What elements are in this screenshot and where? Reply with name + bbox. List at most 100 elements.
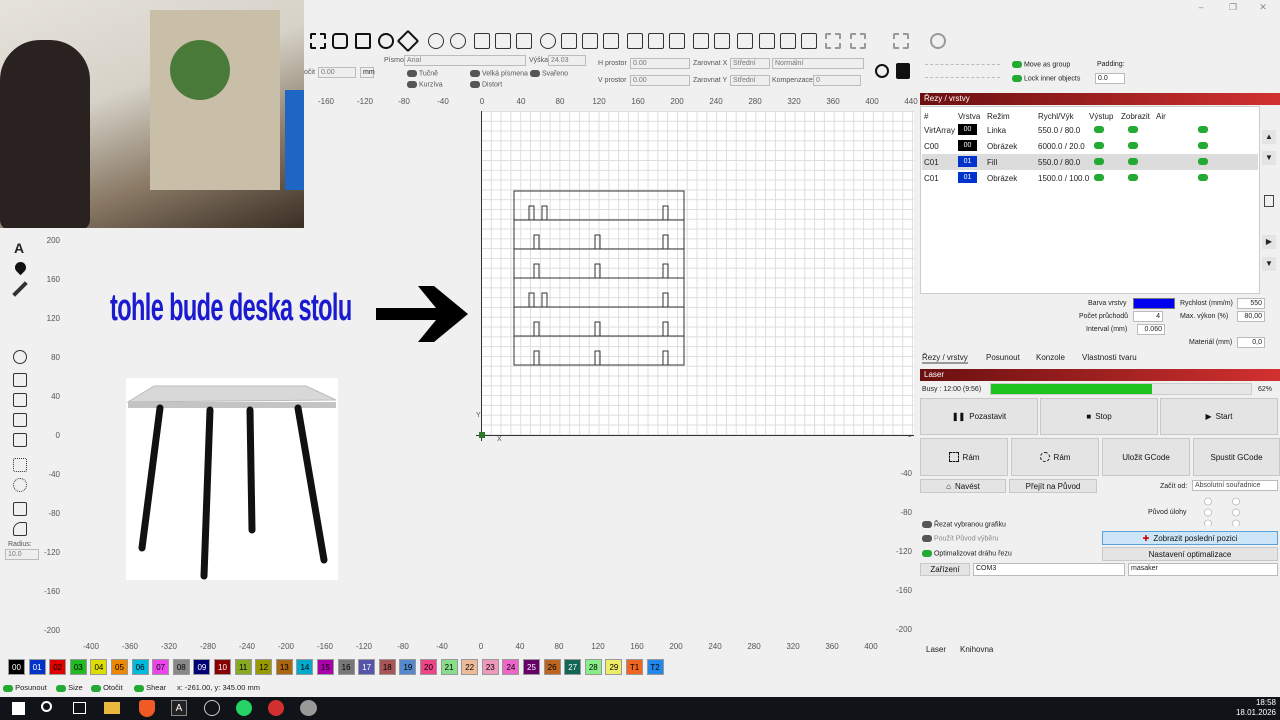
align-top-icon[interactable] <box>627 33 643 49</box>
start-from-select[interactable]: Absolutní souřadnice <box>1192 480 1278 491</box>
compensation-field[interactable]: 0 <box>813 75 861 86</box>
palette-swatch[interactable]: 20 <box>420 659 437 675</box>
align-center-icon[interactable] <box>582 33 598 49</box>
air-toggle[interactable] <box>1198 142 1208 149</box>
corner-radius-icon[interactable] <box>13 522 27 536</box>
palette-swatch[interactable]: 09 <box>193 659 211 675</box>
scroll-down-button[interactable]: ▼ <box>1262 151 1276 165</box>
tools-icon[interactable] <box>396 29 420 53</box>
unit-field[interactable]: mm <box>360 67 375 78</box>
align-right-icon[interactable] <box>603 33 619 49</box>
corner2-icon[interactable] <box>850 33 866 49</box>
cuts-tab[interactable]: Vlastnosti tvaru <box>1082 353 1137 362</box>
distribute-vspacing-icon[interactable] <box>801 33 817 49</box>
palette-swatch[interactable]: T1 <box>626 659 643 675</box>
height-field[interactable]: 24.03 <box>548 55 586 66</box>
output-toggle[interactable] <box>1094 126 1104 133</box>
move-as-group[interactable]: Move as group <box>1012 61 1070 68</box>
show-toggle[interactable] <box>1128 158 1138 165</box>
cut-mode-select[interactable]: Obrázek <box>987 142 1017 151</box>
air-toggle[interactable] <box>1198 174 1208 181</box>
show-last-position-button[interactable]: ✚ Zobrazit poslední pozici <box>1102 531 1278 545</box>
search-icon[interactable] <box>41 701 52 712</box>
cuts-row[interactable]: C01 01 Fill 550.0 / 80.0 <box>922 154 1258 170</box>
palette-swatch[interactable]: 02 <box>49 659 67 675</box>
palette-swatch[interactable]: 29 <box>605 659 623 675</box>
palette-swatch[interactable]: 18 <box>378 659 396 675</box>
cut-mode-select[interactable]: Linka <box>987 126 1006 135</box>
whatsapp-icon[interactable] <box>236 700 252 716</box>
measure-icon[interactable] <box>12 281 28 297</box>
output-toggle[interactable] <box>1094 158 1104 165</box>
align-middle-icon[interactable] <box>648 33 664 49</box>
palette-swatch[interactable]: 22 <box>461 659 479 675</box>
status-move[interactable]: Posunout <box>3 683 47 692</box>
padding-field[interactable]: 0.0 <box>1095 73 1125 84</box>
same-width-icon[interactable] <box>737 33 753 49</box>
minimize-button[interactable]: – <box>1190 0 1212 14</box>
palette-swatch[interactable]: 15 <box>317 659 334 675</box>
welded-label[interactable]: Svařeno <box>530 70 568 77</box>
palette-swatch[interactable]: 24 <box>502 659 520 675</box>
layer-color-box[interactable]: 00 <box>958 140 977 151</box>
status-size[interactable]: Size <box>56 683 83 692</box>
frame-button-1[interactable]: Rám <box>920 438 1008 476</box>
cut-selected-toggle[interactable]: Řezat vybranou grafiku <box>922 521 1006 528</box>
palette-swatch[interactable]: 23 <box>481 659 499 675</box>
origin-marker[interactable] <box>479 432 485 438</box>
node-edit-icon[interactable] <box>13 502 27 516</box>
expand-right-button[interactable]: ▶ <box>1262 235 1276 249</box>
restore-button[interactable]: ❐ <box>1222 0 1244 14</box>
caps-label[interactable]: Velká písmena <box>470 70 528 77</box>
camera-icon[interactable] <box>332 33 348 49</box>
palette-swatch[interactable]: 07 <box>152 659 170 675</box>
cut-mode-select[interactable]: Obrázek <box>987 174 1017 183</box>
port-select[interactable]: COM3 <box>973 563 1125 576</box>
crosshair-icon[interactable] <box>930 33 946 49</box>
lightburn-icon[interactable] <box>268 700 284 716</box>
home-button[interactable]: ⌂ Navést <box>920 479 1006 493</box>
rotate-field[interactable]: 0.00 <box>318 67 356 78</box>
interval-field[interactable]: 0.060 <box>1137 324 1165 335</box>
palette-swatch[interactable]: 05 <box>111 659 128 675</box>
lock-inner[interactable]: Lock inner objects <box>1012 75 1080 82</box>
cuts-row[interactable]: VirtArray 00 Linka 550.0 / 80.0 <box>922 122 1258 138</box>
palette-swatch[interactable]: 21 <box>440 659 458 675</box>
devices-button[interactable]: Zařízení <box>920 563 970 576</box>
laser-tab[interactable]: Laser <box>926 645 946 654</box>
refresh-icon[interactable] <box>875 64 889 78</box>
optimize-toggle[interactable]: Optimalizovat dráhu řezu <box>922 550 1012 557</box>
design-table-top[interactable] <box>510 188 690 370</box>
v-space-field[interactable]: 0.00 <box>630 75 690 86</box>
table-photo[interactable] <box>126 378 338 580</box>
palette-swatch[interactable]: 14 <box>296 659 314 675</box>
distribute-v-icon[interactable] <box>714 33 730 49</box>
show-toggle[interactable] <box>1128 126 1138 133</box>
monitor-icon[interactable] <box>355 33 371 49</box>
pause-button[interactable]: ❚❚ Pozastavit <box>920 398 1038 435</box>
normal-select[interactable]: Normální <box>772 58 864 69</box>
device-select[interactable]: masaker <box>1128 563 1278 576</box>
cuts-row[interactable]: C00 00 Obrázek 6000.0 / 20.0 <box>922 138 1258 154</box>
user-icon[interactable] <box>450 33 466 49</box>
cuts-tab[interactable]: Konzole <box>1036 353 1065 362</box>
palette-swatch[interactable]: 19 <box>399 659 417 675</box>
brave-browser-icon[interactable] <box>139 700 155 717</box>
palette-swatch[interactable]: 06 <box>131 659 149 675</box>
air-toggle[interactable] <box>1198 158 1208 165</box>
laser-tab[interactable]: Knihovna <box>960 645 993 654</box>
palette-swatch[interactable]: 27 <box>564 659 582 675</box>
close-window-button[interactable]: ✕ <box>1252 0 1274 14</box>
output-toggle[interactable] <box>1094 174 1104 181</box>
palette-swatch[interactable]: 28 <box>584 659 602 675</box>
start-button[interactable]: ▶ Start <box>1160 398 1278 435</box>
palette-swatch[interactable]: T2 <box>646 659 664 675</box>
layer-color-box[interactable]: 00 <box>958 124 977 135</box>
clock-app-icon[interactable] <box>204 700 220 716</box>
palette-swatch[interactable]: 04 <box>90 659 108 675</box>
intersect-icon[interactable] <box>13 433 27 447</box>
material-field[interactable]: 0,0 <box>1237 337 1265 348</box>
printer-icon[interactable] <box>896 63 910 79</box>
same-height-icon[interactable] <box>759 33 775 49</box>
palette-swatch[interactable]: 26 <box>543 659 561 675</box>
